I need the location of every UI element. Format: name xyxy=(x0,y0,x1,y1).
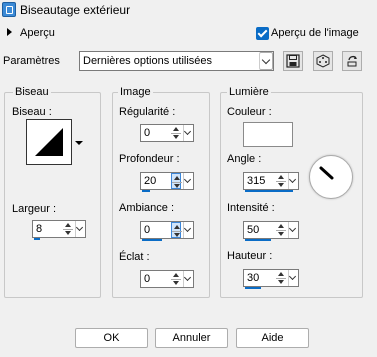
intensity-slider-bar[interactable] xyxy=(245,239,271,241)
down-arrow-icon[interactable] xyxy=(172,182,182,190)
elevation-label: Hauteur : xyxy=(227,250,273,262)
intensity-stepper[interactable] xyxy=(276,222,286,238)
expand-arrow-icon[interactable] xyxy=(7,28,12,36)
elevation-spinner[interactable]: 30 xyxy=(243,269,299,289)
elevation-value: 30 xyxy=(247,272,260,284)
shine-dropdown[interactable] xyxy=(183,271,192,287)
dice-icon xyxy=(316,54,330,68)
intensity-spinner[interactable]: 50 xyxy=(243,221,299,241)
angle-needle-icon xyxy=(319,166,334,180)
ambience-value: 0 xyxy=(144,224,151,236)
chevron-down-icon[interactable] xyxy=(259,52,273,70)
random-preset-button[interactable] xyxy=(313,51,333,71)
help-button[interactable]: Aide xyxy=(236,328,309,348)
down-arrow-icon[interactable] xyxy=(172,231,182,239)
depth-slider-bar[interactable] xyxy=(142,190,150,192)
bevel-preview[interactable] xyxy=(26,119,72,165)
depth-dropdown[interactable] xyxy=(183,173,192,189)
light-group-title: Lumière xyxy=(227,86,271,98)
angle-slider-bar[interactable] xyxy=(245,190,293,192)
elevation-stepper[interactable] xyxy=(276,270,286,286)
image-group xyxy=(112,92,210,298)
save-icon xyxy=(286,54,300,68)
intensity-value: 50 xyxy=(247,224,260,236)
bevel-dropdown-arrow[interactable] xyxy=(72,119,86,165)
smoothness-stepper[interactable] xyxy=(171,125,181,141)
width-dropdown[interactable] xyxy=(75,221,84,237)
ambience-stepper[interactable] xyxy=(171,222,182,239)
light-color-swatch[interactable] xyxy=(243,122,293,147)
intensity-label: Intensité : xyxy=(227,202,275,214)
bevel-group-title: Biseau xyxy=(13,86,51,98)
width-label: Largeur : xyxy=(12,203,57,215)
ambience-dropdown[interactable] xyxy=(183,222,192,238)
angle-dropdown[interactable] xyxy=(288,173,297,189)
shine-spinner[interactable]: 0 xyxy=(140,270,194,288)
angle-stepper[interactable] xyxy=(276,173,286,189)
image-group-title: Image xyxy=(118,86,153,98)
app-icon xyxy=(2,2,16,17)
ambience-spinner[interactable]: 0 xyxy=(140,221,194,241)
bevel-label: Biseau : xyxy=(12,106,52,118)
bevel-shape-icon xyxy=(35,128,63,156)
preset-dropdown[interactable]: Dernières options utilisées xyxy=(79,51,274,71)
depth-stepper[interactable] xyxy=(171,173,182,190)
smoothness-dropdown[interactable] xyxy=(183,125,192,141)
angle-dial[interactable] xyxy=(309,155,353,199)
smoothness-label: Régularité : xyxy=(119,106,176,118)
down-arrow-icon[interactable] xyxy=(276,278,286,286)
depth-spinner[interactable]: 20 xyxy=(140,172,194,192)
preview-section-label[interactable]: Aperçu xyxy=(20,27,55,39)
elevation-slider-bar[interactable] xyxy=(245,287,261,289)
params-label: Paramètres xyxy=(3,55,60,67)
depth-label: Profondeur : xyxy=(119,153,180,165)
preview-image-label[interactable]: Aperçu de l'image xyxy=(271,27,359,39)
angle-label: Angle : xyxy=(227,153,262,165)
down-arrow-icon[interactable] xyxy=(276,230,286,238)
ambience-label: Ambiance : xyxy=(119,202,175,214)
elevation-dropdown[interactable] xyxy=(288,270,297,286)
shine-value: 0 xyxy=(144,273,151,285)
window-title: Biseautage extérieur xyxy=(20,3,131,17)
down-arrow-icon[interactable] xyxy=(276,181,286,189)
width-spinner[interactable]: 8 xyxy=(32,220,86,240)
smoothness-spinner[interactable]: 0 xyxy=(140,124,194,142)
save-preset-button[interactable] xyxy=(283,51,303,71)
down-arrow-icon[interactable] xyxy=(171,279,181,287)
smoothness-value: 0 xyxy=(144,127,151,139)
down-arrow-icon[interactable] xyxy=(63,229,73,237)
intensity-dropdown[interactable] xyxy=(288,222,297,238)
width-slider-bar[interactable] xyxy=(34,238,40,240)
reset-icon xyxy=(347,55,357,67)
width-stepper[interactable] xyxy=(63,221,73,237)
ok-button[interactable]: OK xyxy=(75,328,148,348)
shine-label: Éclat : xyxy=(119,251,150,263)
ambience-slider-bar[interactable] xyxy=(142,239,162,241)
color-label: Couleur : xyxy=(227,106,272,118)
preview-image-checkbox[interactable] xyxy=(256,27,269,40)
reset-button[interactable] xyxy=(342,51,362,71)
angle-value: 315 xyxy=(247,175,266,187)
angle-spinner[interactable]: 315 xyxy=(243,172,299,192)
depth-value: 20 xyxy=(144,175,157,187)
preset-value: Dernières options utilisées xyxy=(83,55,213,67)
down-arrow-icon[interactable] xyxy=(171,133,181,141)
width-value: 8 xyxy=(36,223,43,235)
title-bar: Biseautage extérieur xyxy=(0,0,377,20)
cancel-button[interactable]: Annuler xyxy=(155,328,228,348)
shine-stepper[interactable] xyxy=(171,271,181,287)
